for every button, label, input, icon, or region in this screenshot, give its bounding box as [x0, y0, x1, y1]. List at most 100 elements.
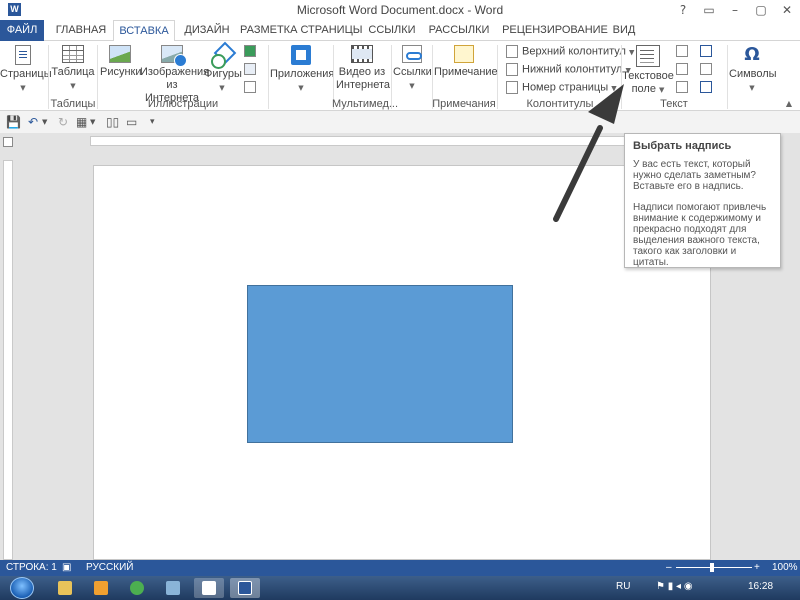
- online-video-label-1: Видео из: [338, 66, 386, 78]
- zoom-in-button[interactable]: +: [754, 562, 760, 573]
- customize-toolbar-icon[interactable]: ▾: [150, 117, 155, 127]
- date-time-icon[interactable]: [700, 63, 712, 75]
- drop-cap-icon[interactable]: [676, 81, 688, 93]
- online-picture-icon: [161, 45, 187, 67]
- shapes-dropdown-icon: ▼: [219, 84, 225, 92]
- chart-icon[interactable]: [244, 63, 256, 75]
- yandex-browser-icon: [202, 581, 216, 595]
- status-language[interactable]: РУССКИЙ: [86, 562, 133, 573]
- symbols-label: Символы: [729, 68, 777, 80]
- page-number-button[interactable]: Номер страницы ▼: [506, 81, 617, 94]
- pictures-button[interactable]: Рисунки: [100, 45, 142, 79]
- online-video-label-2: Интернета: [336, 79, 390, 91]
- header-button[interactable]: Верхний колонтитул ▼: [506, 45, 634, 58]
- tab-references[interactable]: ССЫЛКИ: [364, 20, 420, 41]
- group-separator: [48, 45, 49, 109]
- undo-icon[interactable]: ↶: [28, 115, 38, 129]
- zoom-slider-thumb[interactable]: [710, 563, 714, 572]
- collapse-ribbon-icon[interactable]: ▲: [786, 99, 792, 108]
- textbox-label-1: Текстовое: [622, 70, 674, 82]
- textbox-button[interactable]: Текстовое поле ▼: [622, 45, 674, 97]
- links-label: Ссылки: [393, 66, 432, 78]
- textbox-tooltip: Выбрать надпись У вас есть текст, которы…: [624, 133, 781, 268]
- tab-design[interactable]: ДИЗАЙН: [178, 20, 236, 41]
- online-pictures-label-1: Изображения: [140, 66, 210, 78]
- vertical-ruler[interactable]: [3, 160, 13, 560]
- group-separator: [391, 45, 392, 109]
- folder-icon: [58, 581, 72, 595]
- link-icon: [402, 45, 422, 63]
- wordart-icon[interactable]: [676, 63, 688, 75]
- tab-page-layout[interactable]: РАЗМЕТКА СТРАНИЦЫ: [240, 20, 362, 41]
- redo-icon[interactable]: ↻: [58, 115, 68, 129]
- footer-label: Нижний колонтитул: [522, 63, 623, 76]
- pages-button[interactable]: Страницы ▼: [0, 45, 52, 95]
- undo-dropdown-icon[interactable]: ▼: [42, 118, 47, 126]
- table-view-dropdown-icon[interactable]: ▼: [90, 118, 95, 126]
- symbols-button[interactable]: Ω Символы ▼: [729, 44, 777, 95]
- taskbar-yandex[interactable]: [194, 578, 224, 598]
- tab-home[interactable]: ГЛАВНАЯ: [50, 20, 112, 41]
- ribbon-display-options-button[interactable]: ▭: [696, 0, 722, 20]
- zoom-out-button[interactable]: –: [666, 562, 672, 573]
- zoom-level[interactable]: 100%: [772, 562, 798, 573]
- header-icon: [506, 45, 518, 58]
- group-separator: [727, 45, 728, 109]
- smartart-icon[interactable]: [244, 45, 256, 57]
- tab-file[interactable]: ФАЙЛ: [0, 20, 44, 41]
- proofing-icon[interactable]: ▣: [62, 562, 71, 573]
- tab-mailings[interactable]: РАССЫЛКИ: [424, 20, 494, 41]
- table-view-icon[interactable]: ▦: [76, 115, 87, 129]
- comment-icon: [454, 45, 474, 63]
- save-icon[interactable]: 💾: [6, 115, 21, 129]
- screenshot-icon[interactable]: [244, 81, 256, 93]
- links-button[interactable]: Ссылки ▼: [393, 45, 432, 93]
- clock[interactable]: 16:28: [748, 581, 773, 592]
- page-number-icon: [506, 81, 518, 94]
- monitor-icon: [166, 581, 180, 595]
- shapes-icon: [211, 45, 233, 69]
- taskbar-monitor[interactable]: [158, 578, 188, 598]
- taskbar-word[interactable]: [230, 578, 260, 598]
- taskbar-sync[interactable]: [122, 578, 152, 598]
- table-button[interactable]: Таблица ▼: [51, 45, 95, 93]
- word-taskbar-icon: [238, 581, 252, 595]
- shapes-button[interactable]: Фигуры ▼: [204, 45, 242, 95]
- taskbar-explorer[interactable]: [50, 578, 80, 598]
- ribbon-tabs: ФАЙЛ ГЛАВНАЯ ВСТАВКА ДИЗАЙН РАЗМЕТКА СТР…: [0, 20, 800, 42]
- maximize-button[interactable]: ▢: [748, 0, 774, 20]
- tab-selector-icon[interactable]: [3, 137, 13, 147]
- tab-insert[interactable]: ВСТАВКА: [113, 20, 175, 42]
- zoom-slider[interactable]: [676, 567, 752, 568]
- apps-dropdown-icon: ▼: [298, 84, 304, 92]
- tab-review[interactable]: РЕЦЕНЗИРОВАНИЕ: [500, 20, 610, 41]
- tray-icons[interactable]: ⚑ ▮ ◂ ◉: [656, 581, 693, 592]
- columns-view-icon[interactable]: ▭: [126, 115, 137, 129]
- header-label: Верхний колонтитул: [522, 45, 626, 58]
- object-icon[interactable]: [700, 81, 712, 93]
- apps-button[interactable]: Приложения ▼: [270, 45, 334, 95]
- illustrations-group-label: Иллюстрации: [147, 98, 219, 110]
- online-video-button[interactable]: Видео из Интернета: [336, 45, 390, 92]
- minimize-button[interactable]: –: [722, 0, 748, 20]
- footer-button[interactable]: Нижний колонтитул ▼: [506, 63, 631, 76]
- taskbar-media[interactable]: [86, 578, 116, 598]
- start-button[interactable]: [10, 577, 34, 599]
- close-button[interactable]: ✕: [774, 0, 800, 20]
- online-pictures-button[interactable]: Изображения из Интернета: [140, 45, 209, 105]
- page-view-icon[interactable]: ▯▯: [106, 115, 119, 129]
- pages-label: Страницы: [0, 68, 52, 80]
- quick-parts-icon[interactable]: [676, 45, 688, 57]
- rectangle-shape[interactable]: [247, 285, 513, 443]
- omega-icon: Ω: [744, 44, 760, 65]
- signature-line-icon[interactable]: [700, 45, 712, 57]
- tab-view[interactable]: ВИД: [612, 20, 636, 41]
- comment-button[interactable]: Примечание: [434, 45, 498, 79]
- media-group-label: Мультимед...: [332, 98, 399, 110]
- table-icon: [62, 45, 84, 63]
- status-line[interactable]: СТРОКА: 1: [6, 562, 57, 573]
- textbox-icon: [636, 45, 660, 67]
- help-button[interactable]: ?: [670, 0, 696, 20]
- group-separator: [268, 45, 269, 109]
- input-language[interactable]: RU: [616, 581, 630, 592]
